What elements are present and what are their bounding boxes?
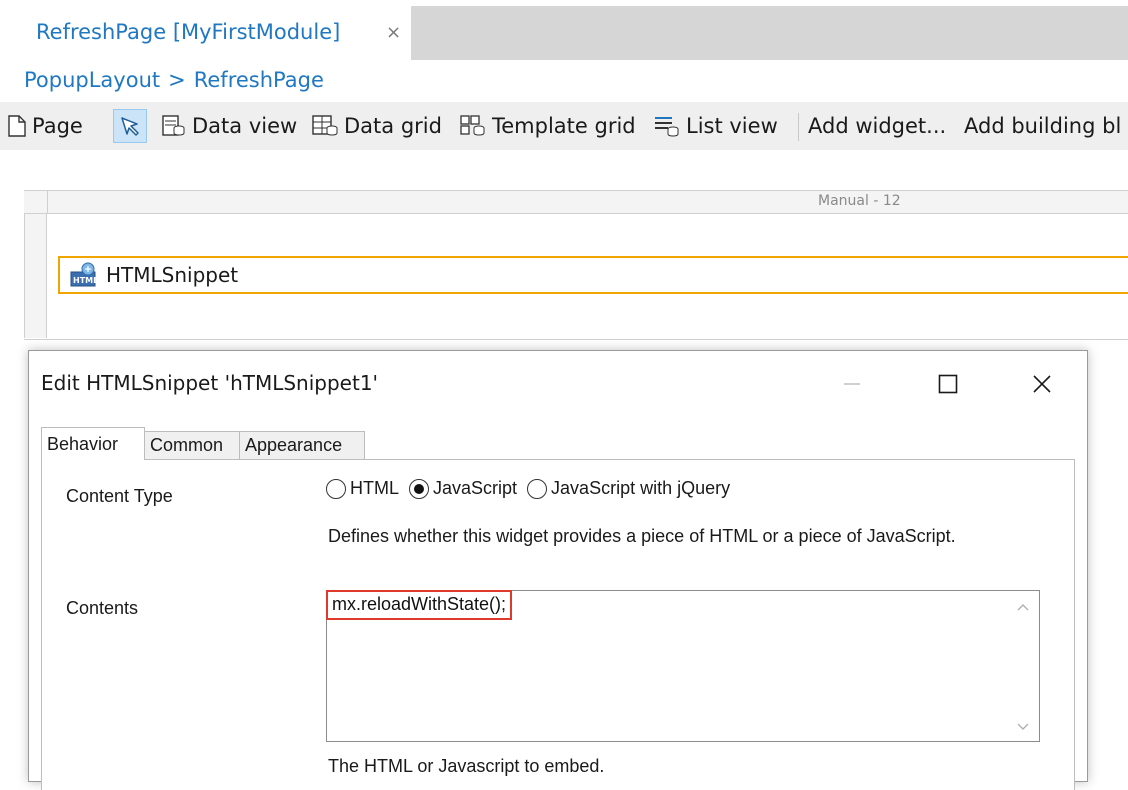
data-grid-label: Data grid (344, 114, 442, 138)
minimize-icon (844, 383, 860, 385)
layout-grid-corner (24, 191, 48, 214)
radio-javascript[interactable]: JavaScript (409, 478, 517, 499)
svg-text:HTML: HTML (73, 276, 98, 285)
layout-grid-column-ruler[interactable]: Manual - 12 (48, 191, 1128, 214)
radio-javascript-jquery[interactable]: JavaScript with jQuery (527, 478, 730, 499)
contents-label: Contents (66, 598, 139, 618)
maximize-button[interactable] (925, 361, 971, 407)
document-tab-refreshpage[interactable]: RefreshPage [MyFirstModule] × (12, 6, 411, 60)
breadcrumb: PopupLayout > RefreshPage (24, 68, 324, 92)
radio-html-circle[interactable] (326, 478, 346, 499)
behavior-tab-panel: Content Type HTML JavaScript JavaScript … (41, 459, 1075, 790)
tab-appearance-label: Appearance (245, 435, 343, 455)
maximize-icon (938, 374, 958, 394)
page-icon (8, 115, 26, 137)
radio-html-label: HTML (350, 478, 399, 498)
content-type-radio-group: HTML JavaScript JavaScript with jQuery (326, 478, 740, 499)
close-tab-icon[interactable]: × (386, 22, 401, 43)
html-snippet-label: HTMLSnippet (106, 263, 239, 287)
template-grid-button[interactable]: Template grid (460, 102, 636, 150)
radio-selected-dot (414, 483, 424, 494)
add-widget-label: Add widget... (808, 114, 947, 138)
toolbar-divider (798, 113, 799, 141)
add-building-blocks-label: Add building bl (964, 114, 1122, 138)
minimize-button[interactable] (829, 361, 875, 407)
scroll-down-icon[interactable] (1017, 723, 1029, 731)
tab-strip-background (411, 6, 1128, 60)
content-type-description: Defines whether this widget provides a p… (328, 526, 956, 546)
data-view-label: Data view (192, 114, 298, 138)
data-view-icon (162, 115, 185, 136)
contents-description: The HTML or Javascript to embed. (328, 756, 605, 776)
close-dialog-button[interactable] (1019, 361, 1065, 407)
document-tab-title[interactable]: RefreshPage [MyFirstModule] (36, 20, 340, 44)
pointer-tool-button[interactable] (113, 109, 147, 143)
layout-grid-row-handle[interactable] (24, 214, 47, 338)
add-building-blocks-button[interactable]: Add building bl (964, 102, 1121, 150)
tab-behavior[interactable]: Behavior (41, 427, 145, 460)
list-view-button[interactable]: List view (654, 102, 778, 150)
tab-appearance[interactable]: Appearance (239, 431, 365, 459)
add-widget-button[interactable]: Add widget... (808, 102, 946, 150)
template-grid-icon (460, 115, 485, 136)
page-button[interactable]: Page (8, 102, 83, 150)
pointer-icon (121, 117, 139, 136)
radio-javascript-label: JavaScript (433, 478, 518, 498)
column-width-label: Manual - 12 (818, 193, 901, 209)
data-grid-button[interactable]: Data grid (312, 102, 442, 150)
page-editor-toolbar: Page Data view Data grid Template grid L… (0, 102, 1128, 150)
radio-javascript-jquery-circle[interactable] (527, 478, 548, 499)
contents-textarea[interactable]: mx.reloadWithState(); (326, 590, 1040, 742)
close-icon (1033, 375, 1051, 393)
data-view-button[interactable]: Data view (162, 102, 297, 150)
content-type-label: Content Type (66, 486, 173, 506)
breadcrumb-separator: > (168, 68, 186, 92)
breadcrumb-item-page[interactable]: RefreshPage (194, 68, 324, 92)
breadcrumb-item-layout[interactable]: PopupLayout (24, 68, 160, 92)
contents-code-highlight[interactable]: mx.reloadWithState(); (326, 590, 513, 620)
data-grid-icon (312, 115, 338, 136)
html-snippet-icon: HTML (70, 262, 98, 287)
scroll-up-icon[interactable] (1017, 603, 1029, 611)
radio-html[interactable]: HTML (326, 478, 399, 499)
template-grid-label: Template grid (492, 114, 636, 138)
page-button-label: Page (32, 114, 83, 138)
document-tab-strip: RefreshPage [MyFirstModule] × (0, 0, 1128, 60)
list-view-label: List view (686, 114, 778, 138)
radio-javascript-circle[interactable] (409, 478, 429, 499)
dialog-title: Edit HTMLSnippet 'hTMLSnippet1' (41, 371, 379, 395)
edit-html-snippet-dialog: Edit HTMLSnippet 'hTMLSnippet1' Behavior… (28, 350, 1088, 790)
tab-common-label: Common (150, 435, 224, 455)
html-snippet-widget[interactable]: HTML HTMLSnippet (58, 256, 1128, 294)
tab-common[interactable]: Common (144, 431, 240, 459)
radio-javascript-jquery-label: JavaScript with jQuery (551, 478, 731, 498)
tab-behavior-label: Behavior (47, 433, 119, 454)
list-view-icon (655, 117, 679, 137)
